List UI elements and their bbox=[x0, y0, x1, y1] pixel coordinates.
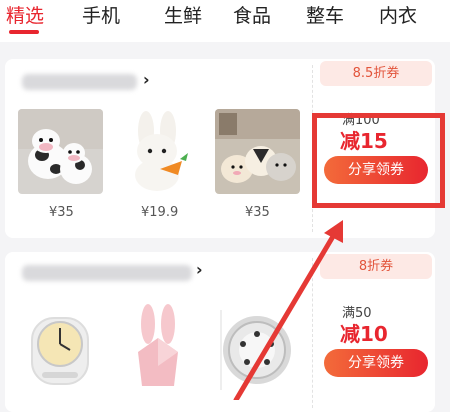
annotation-arrow-icon bbox=[233, 220, 343, 400]
